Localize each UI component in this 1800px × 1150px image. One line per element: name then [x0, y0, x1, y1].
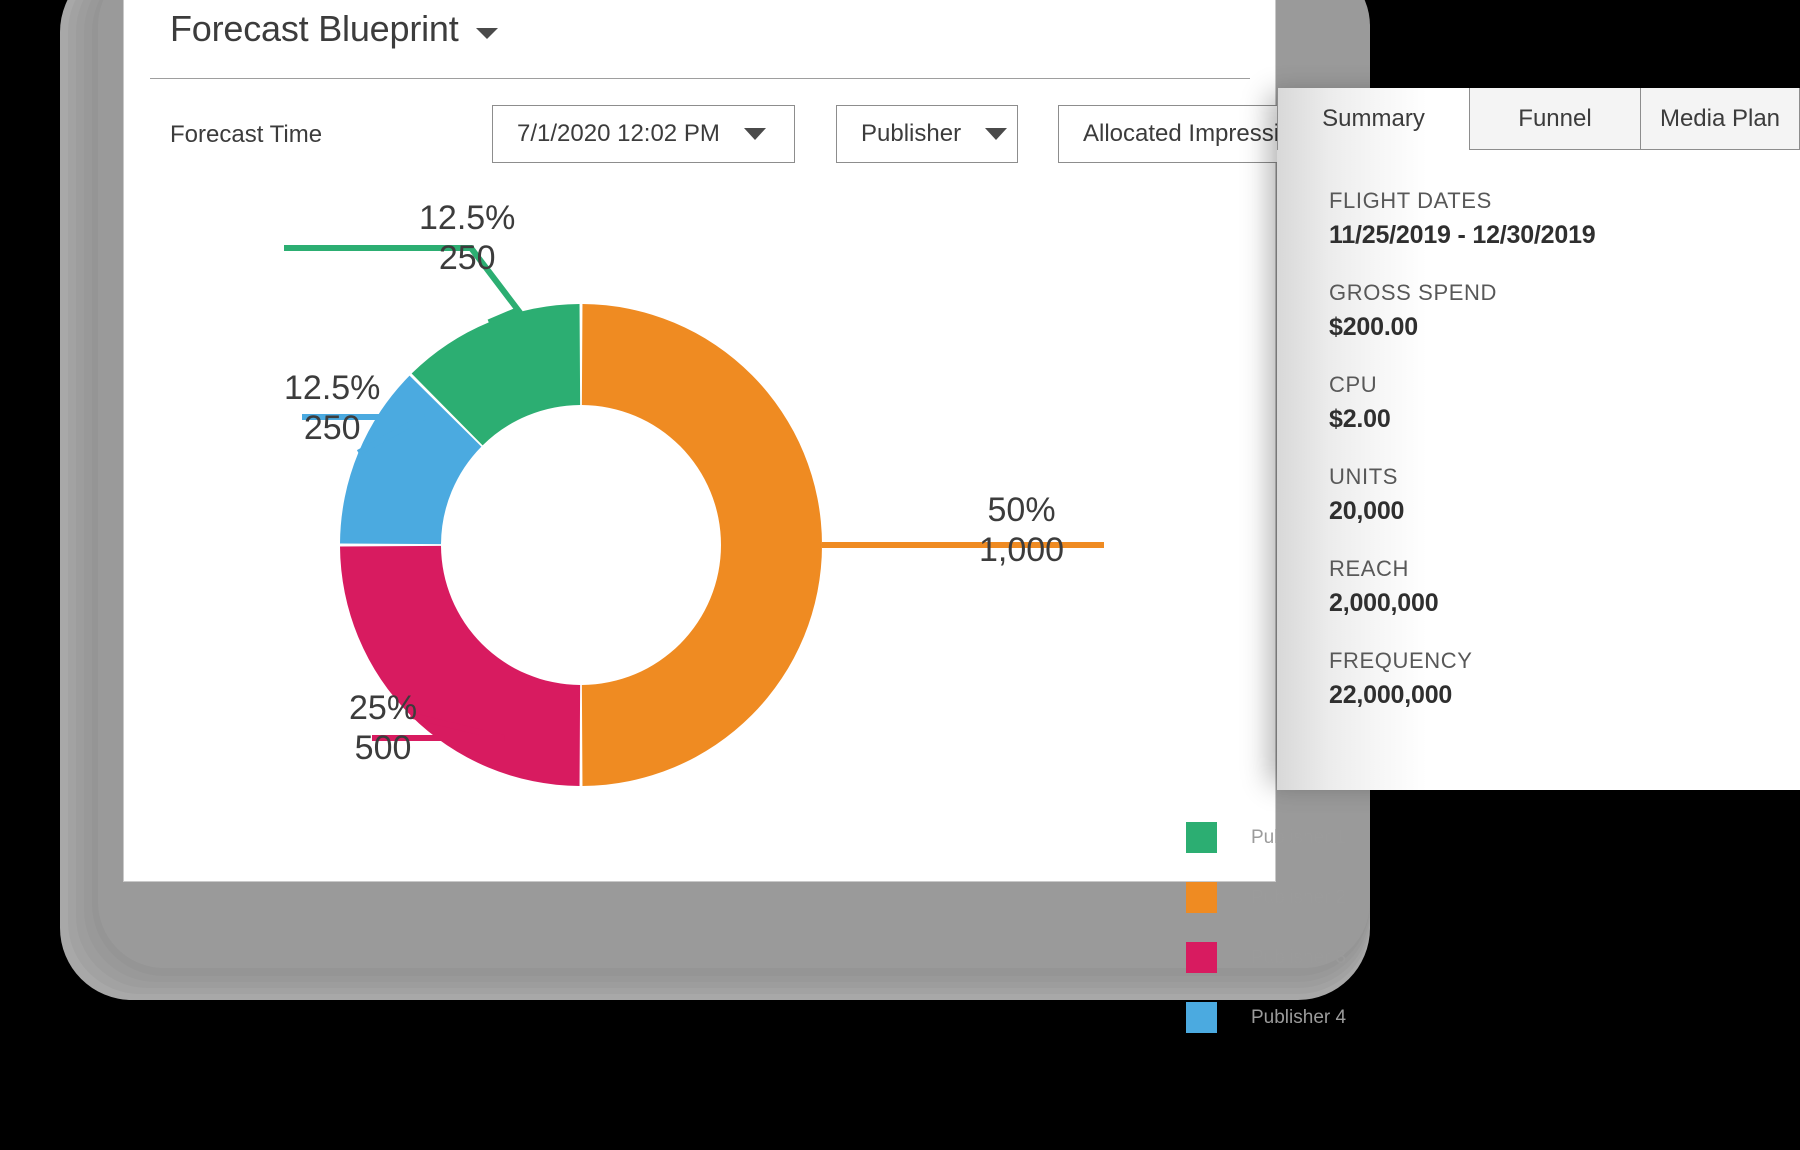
slice-percent: 12.5%: [419, 199, 516, 237]
stat-label: GROSS SPEND: [1329, 280, 1497, 305]
slice-value: 500: [354, 729, 412, 768]
forecast-time-dropdown[interactable]: 7/1/2020 12:02 PM: [492, 105, 795, 163]
chart-legend: Publisher 1 Publisher 2 Publisher 3 Publish…: [1186, 822, 1346, 1033]
stat-cpu: CPU $2.00: [1329, 372, 1749, 434]
card-header: Forecast Blueprint: [124, 0, 1275, 79]
stat-value: 11/25/2019 - 12/30/2019: [1329, 221, 1596, 249]
stat-label: CPU: [1329, 372, 1378, 397]
tab-media-plan-label: Media Plan: [1659, 104, 1781, 132]
chevron-down-icon: [743, 128, 766, 140]
slice-value: 1,000: [979, 531, 1065, 570]
tab-summary-label: Summary: [1322, 105, 1425, 132]
slice-percent: 50%: [987, 491, 1056, 529]
tab-funnel[interactable]: Funnel: [1469, 88, 1641, 150]
legend-item-3[interactable]: Publisher 3: [1186, 942, 1346, 973]
publisher-dropdown-value: Publisher: [861, 120, 962, 147]
tab-summary[interactable]: Summary: [1277, 88, 1470, 150]
slice-label-publisher-3: 25% 500: [349, 688, 417, 768]
legend-item-label: Publisher 4: [1251, 1006, 1347, 1028]
stat-reach: REACH 2,000,000: [1329, 556, 1749, 618]
donut-chart: 12.5% 250 50% 1,000 25% 500 12.5% 250 Pu…: [124, 190, 1346, 1033]
slice-label-publisher-2: 50% 1,000: [979, 490, 1064, 570]
stat-label: UNITS: [1329, 464, 1398, 489]
legend-item-label: Publisher 3: [1251, 946, 1347, 968]
forecast-blueprint-card: Forecast Blueprint Forecast Time 7/1/202…: [123, 0, 1383, 1033]
donut-slice-publisher-2[interactable]: [581, 304, 823, 786]
stat-frequency: FREQUENCY 22,000,000: [1329, 648, 1749, 710]
page-title: Forecast Blueprint: [170, 8, 459, 49]
slice-label-publisher-4: 12.5% 250: [284, 368, 380, 448]
stat-label: FREQUENCY: [1329, 648, 1473, 673]
forecast-time-label: Forecast Time: [170, 121, 323, 148]
slice-value: 250: [438, 239, 496, 278]
stat-value: 20,000: [1329, 497, 1405, 525]
stat-flight-dates: FLIGHT DATES 11/25/2019 - 12/30/2019: [1329, 188, 1749, 250]
slice-percent: 12.5%: [284, 369, 381, 407]
legend-item-1[interactable]: Publisher 1: [1186, 822, 1346, 853]
legend-item-label: Publisher 1: [1251, 826, 1347, 848]
forecast-time-dropdown-value: 7/1/2020 12:02 PM: [517, 120, 720, 147]
header-divider: [150, 78, 1250, 79]
stat-value: $200.00: [1329, 313, 1418, 341]
stat-units: UNITS 20,000: [1329, 464, 1749, 526]
screenshot-root: Forecast Blueprint Forecast Time 7/1/202…: [0, 0, 1800, 1150]
filter-bar: Forecast Time 7/1/2020 12:02 PM Publishe…: [124, 105, 1383, 167]
stat-label: FLIGHT DATES: [1329, 188, 1492, 213]
summary-panel: Summary Funnel Media Plan FLIGHT DATES 11…: [1277, 88, 1800, 790]
panel-tabbar: Summary Funnel Media Plan: [1277, 88, 1800, 150]
tab-funnel-label: Funnel: [1518, 104, 1592, 132]
stat-value: $2.00: [1329, 405, 1391, 433]
publisher-dropdown[interactable]: Publisher: [836, 105, 1018, 163]
chevron-down-icon[interactable]: [476, 28, 498, 39]
legend-color-swatch: [1186, 942, 1217, 973]
legend-color-swatch: [1186, 882, 1217, 913]
slice-value: 250: [303, 409, 361, 448]
legend-color-swatch: [1186, 1002, 1217, 1033]
slice-percent: 25%: [349, 689, 418, 727]
donut-chart-svg: [284, 245, 1104, 786]
tab-media-plan[interactable]: Media Plan: [1640, 88, 1800, 150]
chevron-down-icon: [985, 128, 1008, 140]
stat-value: 2,000,000: [1329, 589, 1439, 617]
stat-label: REACH: [1329, 556, 1410, 581]
legend-color-swatch: [1186, 822, 1217, 853]
stat-gross-spend: GROSS SPEND $200.00: [1329, 280, 1749, 342]
legend-item-label: Publisher 2: [1251, 886, 1347, 908]
legend-item-2[interactable]: Publisher 2: [1186, 882, 1346, 913]
slice-label-publisher-1: 12.5% 250: [419, 198, 515, 278]
stat-value: 22,000,000: [1329, 681, 1453, 709]
legend-item-4[interactable]: Publisher 4: [1186, 1002, 1346, 1033]
summary-stats-list: FLIGHT DATES 11/25/2019 - 12/30/2019 GROSS…: [1329, 188, 1749, 740]
